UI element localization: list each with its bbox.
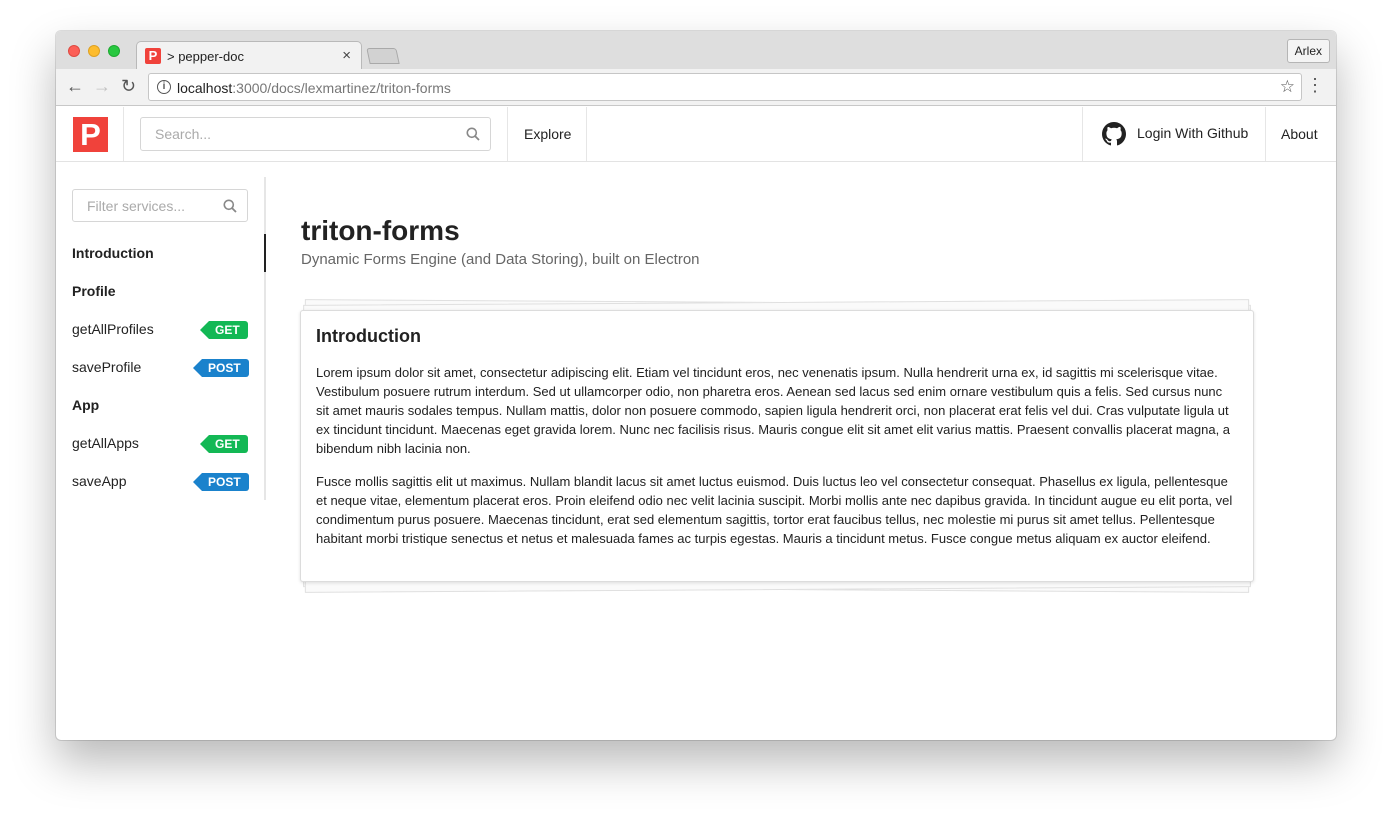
card-paragraph: Lorem ipsum dolor sit amet, consectetur … [316, 365, 1231, 456]
tab-title: > pepper-doc [167, 49, 244, 64]
sidebar-item-saveprofile[interactable]: saveProfile [72, 359, 141, 375]
browser-menu-icon[interactable]: ⋮ [1306, 75, 1324, 95]
get-method-badge: GET [200, 435, 248, 453]
explore-link[interactable]: Explore [524, 126, 571, 142]
app-logo[interactable]: P [73, 117, 108, 152]
page-subtitle: Dynamic Forms Engine (and Data Storing),… [301, 251, 700, 268]
card-title: Introduction [316, 326, 421, 346]
header-divider [507, 107, 508, 161]
search-icon[interactable] [223, 199, 237, 213]
address-bar[interactable]: i localhost:3000/docs/lexmartinez/triton… [148, 73, 1302, 101]
favicon-icon: P [145, 48, 161, 64]
info-icon[interactable]: i [157, 80, 171, 94]
search-input[interactable] [141, 118, 461, 150]
bookmark-star-icon[interactable]: ☆ [1280, 77, 1295, 97]
close-window-button[interactable] [68, 45, 80, 57]
header-divider [586, 107, 587, 161]
logo-cell: P [56, 107, 124, 161]
search-box [140, 117, 491, 151]
url-text: localhost:3000/docs/lexmartinez/triton-f… [177, 80, 451, 96]
reload-icon[interactable]: ↻ [121, 76, 136, 96]
minimize-window-button[interactable] [88, 45, 100, 57]
sidebar-item-getallapps[interactable]: getAllApps [72, 435, 139, 451]
header-divider [1265, 107, 1266, 161]
page-title: triton-forms [301, 215, 460, 246]
introduction-card: Introduction Lorem ipsum dolor sit amet,… [300, 310, 1254, 582]
sidebar-section-profile[interactable]: Profile [72, 283, 116, 299]
post-method-badge: POST [193, 359, 249, 377]
post-method-badge: POST [193, 473, 249, 491]
profile-button[interactable]: Arlex [1286, 39, 1330, 63]
url-path: :3000/docs/lexmartinez/triton-forms [232, 80, 451, 96]
new-tab-button[interactable] [366, 48, 400, 64]
browser-window: P > pepper-doc × Arlex ← → ↻ i localhost… [56, 31, 1336, 740]
filter-box [72, 189, 248, 222]
sidebar-item-getallprofiles[interactable]: getAllProfiles [72, 321, 154, 337]
login-github-link[interactable]: Login With Github [1137, 125, 1248, 141]
filter-services-input[interactable] [73, 190, 213, 221]
sidebar-item-saveapp[interactable]: saveApp [72, 473, 126, 489]
search-icon[interactable] [466, 127, 480, 141]
tab-close-icon[interactable]: × [342, 47, 351, 64]
active-item-indicator [264, 234, 266, 272]
github-icon[interactable] [1102, 122, 1126, 146]
sidebar-item-introduction[interactable]: Introduction [72, 245, 154, 261]
header-divider [1082, 107, 1083, 161]
about-link[interactable]: About [1281, 126, 1318, 142]
get-method-badge: GET [200, 321, 248, 339]
maximize-window-button[interactable] [108, 45, 120, 57]
browser-toolbar: ← → ↻ i localhost:3000/docs/lexmartinez/… [56, 69, 1336, 106]
forward-arrow-icon[interactable]: → [93, 76, 111, 96]
card-paragraph: Fusce mollis sagittis elit ut maximus. N… [316, 474, 1233, 546]
app-header: P Explore Login With Github About [56, 107, 1336, 162]
sidebar: Introduction Profile getAllProfiles GET … [56, 177, 266, 500]
sidebar-section-app[interactable]: App [72, 397, 99, 413]
tab-strip: P > pepper-doc × Arlex [56, 31, 1336, 70]
browser-tab[interactable]: P > pepper-doc × [136, 41, 362, 70]
url-host: localhost [177, 80, 233, 96]
back-arrow-icon[interactable]: ← [66, 76, 84, 96]
